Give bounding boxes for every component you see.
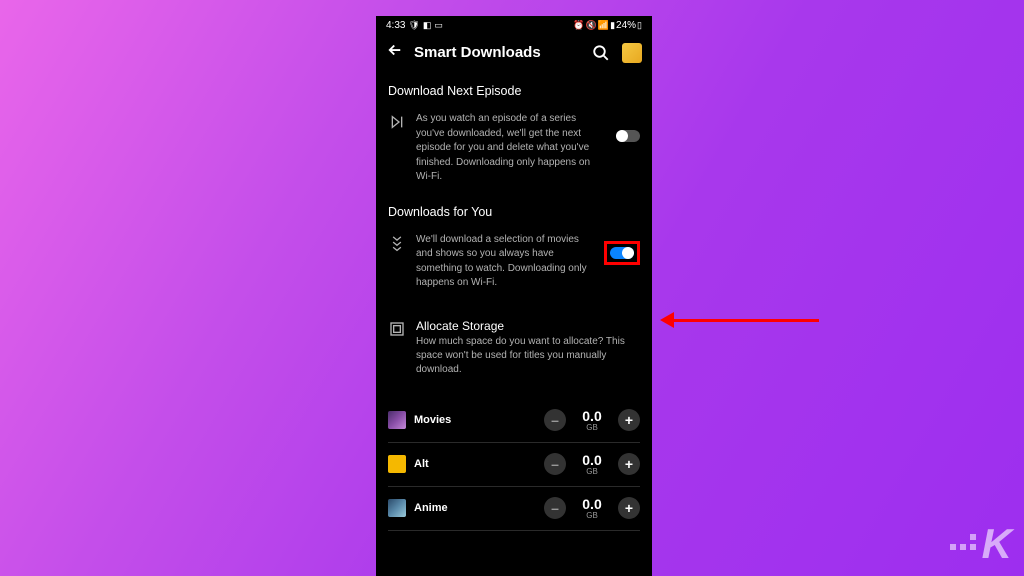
wifi-icon: 📶 xyxy=(598,20,609,31)
storage-unit: GB xyxy=(574,511,610,520)
allocate-description: How much space do you want to allocate? … xyxy=(416,335,640,377)
download-next-episode-section: Download Next Episode As you watch an ep… xyxy=(376,84,652,199)
shield-icon: 🛡 xyxy=(408,20,419,31)
allocate-title: Allocate Storage xyxy=(416,319,640,333)
page-title: Smart Downloads xyxy=(414,44,582,61)
storage-item-alt: Alt – 0.0 GB + xyxy=(388,443,640,487)
increase-button[interactable]: + xyxy=(618,409,640,431)
play-next-icon xyxy=(388,114,406,130)
downloads-icon xyxy=(388,235,406,253)
storage-icon xyxy=(388,321,406,337)
status-bar: 4:33 🛡 ◧ ▭ ⏰ 🔇 📶 ▮ 24% ▯ xyxy=(376,16,652,33)
app2-icon: ▭ xyxy=(434,20,443,31)
arrow-line xyxy=(674,319,819,322)
signal-icon: ▮ xyxy=(610,20,615,31)
alarm-icon: ⏰ xyxy=(573,20,584,31)
app1-icon: ◧ xyxy=(423,20,432,31)
mute-icon: 🔇 xyxy=(586,20,597,31)
for-you-toggle[interactable] xyxy=(610,247,634,259)
phone-screen: 4:33 🛡 ◧ ▭ ⏰ 🔇 📶 ▮ 24% ▯ Smart Downloads… xyxy=(376,16,652,576)
battery-icon: ▯ xyxy=(637,20,642,31)
search-icon[interactable] xyxy=(592,44,610,62)
arrow-head-icon xyxy=(660,312,674,328)
storage-unit: GB xyxy=(574,423,610,432)
next-episode-toggle[interactable] xyxy=(616,130,640,142)
movies-thumb-icon xyxy=(388,411,406,429)
storage-name: Anime xyxy=(414,502,536,514)
storage-value: 0.0 xyxy=(574,409,610,423)
section-title-next: Download Next Episode xyxy=(388,84,640,98)
increase-button[interactable]: + xyxy=(618,497,640,519)
annotation-arrow xyxy=(660,312,819,328)
increase-button[interactable]: + xyxy=(618,453,640,475)
decrease-button[interactable]: – xyxy=(544,409,566,431)
back-arrow-icon[interactable] xyxy=(386,41,404,64)
watermark: K xyxy=(950,520,1012,568)
storage-value: 0.0 xyxy=(574,453,610,467)
storage-item-anime: Anime – 0.0 GB + xyxy=(388,487,640,531)
alt-thumb-icon xyxy=(388,455,406,473)
status-time: 4:33 xyxy=(386,20,405,31)
next-episode-description: As you watch an episode of a series you'… xyxy=(416,112,606,185)
anime-thumb-icon xyxy=(388,499,406,517)
decrease-button[interactable]: – xyxy=(544,497,566,519)
storage-item-movies: Movies – 0.0 GB + xyxy=(388,399,640,443)
downloads-for-you-section: Downloads for You We'll download a selec… xyxy=(376,205,652,531)
highlight-box xyxy=(604,241,640,265)
storage-name: Movies xyxy=(414,414,536,426)
storage-name: Alt xyxy=(414,458,536,470)
storage-value: 0.0 xyxy=(574,497,610,511)
storage-unit: GB xyxy=(574,467,610,476)
profile-avatar[interactable] xyxy=(622,43,642,63)
status-battery: 24% xyxy=(616,20,636,31)
section-title-for-you: Downloads for You xyxy=(388,205,640,219)
watermark-letter: K xyxy=(982,520,1012,568)
for-you-description: We'll download a selection of movies and… xyxy=(416,233,594,291)
decrease-button[interactable]: – xyxy=(544,453,566,475)
header: Smart Downloads xyxy=(376,33,652,78)
